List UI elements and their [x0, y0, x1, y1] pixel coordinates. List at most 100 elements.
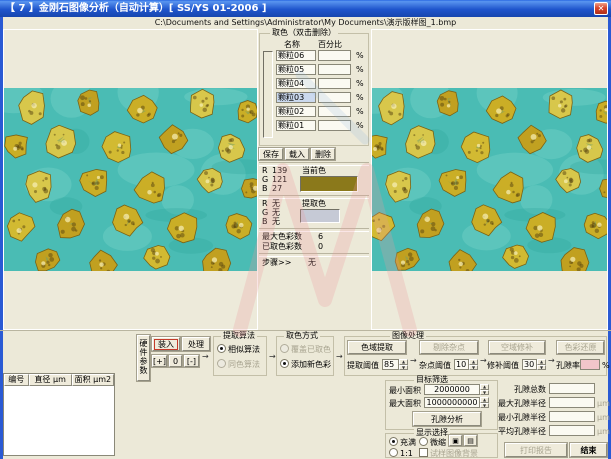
repair-threshold-spinner[interactable]: ▲▼ [537, 359, 546, 370]
noise-threshold-spinner[interactable]: ▲▼ [469, 359, 478, 370]
particle-name-input[interactable] [276, 50, 316, 61]
radio-icon [389, 448, 398, 457]
min-area-input[interactable] [424, 384, 480, 395]
checkbox-sample-background[interactable]: 试样图像背景 [419, 448, 478, 458]
noise-threshold-input[interactable] [454, 359, 469, 370]
radio-same-color-algo[interactable]: 同色算法 [217, 359, 260, 369]
target-filter-title: 目标筛选 [414, 376, 450, 384]
pore-analysis-button[interactable]: 孔隙分析 [413, 412, 481, 426]
end-button[interactable]: 结束 [570, 443, 607, 457]
color-pick-title: 取色（双击删除） [270, 29, 338, 37]
app-window: 【 7 】金刚石图像分析（自动计算）[ SS/YS 01-2006 ] ✕ C:… [0, 0, 611, 459]
checkbox-icon [419, 448, 428, 457]
image-proc-title: 图像处理 [390, 332, 426, 340]
pore-max-radius-label: 最大孔隙半径 [486, 399, 546, 408]
pick-mode-title: 取色方式 [284, 332, 320, 340]
repair-threshold-input[interactable] [522, 359, 537, 370]
extract-b-label: B [262, 217, 268, 226]
particle-percent-input[interactable] [318, 50, 351, 61]
particle-percent-input[interactable] [318, 78, 351, 89]
process-button[interactable]: 处理 [182, 337, 210, 351]
percent-column-header: 百分比 [318, 40, 342, 49]
col-id[interactable]: 编号 [4, 374, 29, 386]
print-report-button[interactable]: 打印报告 [505, 443, 567, 457]
spinner-down-icon[interactable]: ▼ [537, 365, 546, 371]
current-g-label: G [262, 175, 268, 184]
porosity-label: 孔隙率 [556, 361, 580, 370]
radio-fill[interactable]: 充满 [389, 437, 416, 447]
plus-button[interactable]: [+] [152, 355, 167, 367]
porosity-unit: % [602, 361, 610, 370]
save-button[interactable]: 保存 [259, 148, 283, 160]
col-diameter[interactable]: 直径 μm [29, 374, 72, 386]
particle-name-input[interactable] [276, 92, 316, 103]
radio-icon [280, 359, 289, 368]
radio-similar-algo[interactable]: 相似算法 [217, 344, 260, 354]
delete-button[interactable]: 删除 [311, 148, 335, 160]
max-area-input[interactable] [424, 397, 480, 408]
remove-noise-button[interactable]: 剔除杂点 [420, 341, 478, 354]
particle-name-input[interactable] [276, 64, 316, 75]
extract-threshold-input[interactable] [382, 359, 399, 370]
particle-name-input[interactable] [276, 106, 316, 117]
radio-mini[interactable]: 微缩 [419, 437, 446, 447]
unit-um: μm [597, 413, 610, 422]
pore-total-input[interactable] [549, 383, 595, 394]
pore-max-radius-input[interactable] [549, 397, 595, 408]
extract-threshold-spinner[interactable]: ▲▼ [399, 359, 408, 370]
zoom-out-icon[interactable]: ▤ [464, 435, 477, 446]
percent-sign: % [356, 51, 364, 60]
extract-color-label: 提取色 [302, 199, 326, 208]
pore-avg-radius-input[interactable] [549, 425, 595, 436]
radio-one-to-one[interactable]: 1:1 [389, 448, 413, 458]
load-image-button[interactable]: 装入 [152, 337, 180, 351]
spinner-down-icon[interactable]: ▼ [399, 365, 408, 371]
pick-mode-groupbox [276, 336, 334, 376]
radio-icon [217, 359, 226, 368]
pore-total-label: 孔隙总数 [486, 385, 546, 394]
percent-sign: % [356, 79, 364, 88]
sample-image-left[interactable] [4, 88, 257, 271]
current-r-value: 139 [272, 166, 287, 175]
particle-percent-input[interactable] [318, 64, 351, 75]
col-area[interactable]: 面积 μm2 [72, 374, 114, 386]
results-table[interactable]: 编号 直径 μm 面积 μm2 [3, 373, 115, 456]
radio-add-new-color[interactable]: 添加新色彩 [280, 359, 331, 369]
color-restore-button[interactable]: 色彩还原 [557, 341, 604, 354]
current-color-label: 当前色 [302, 166, 326, 175]
pore-min-radius-input[interactable] [549, 411, 595, 422]
particle-percent-input[interactable] [318, 106, 351, 117]
particle-percent-input[interactable] [318, 92, 351, 103]
flow-arrow-icon: → [480, 356, 487, 365]
radio-overwrite-color[interactable]: 覆盖已取色 [280, 344, 331, 354]
particle-name-input[interactable] [276, 78, 316, 89]
extract-threshold-label: 提取阈值 [347, 361, 379, 370]
close-icon[interactable]: ✕ [594, 2, 608, 15]
porosity-input[interactable] [580, 359, 600, 370]
counter-button[interactable]: 0 [169, 355, 182, 367]
percent-sign: % [356, 107, 364, 116]
particle-name-input[interactable] [276, 120, 316, 131]
particle-percent-input[interactable] [318, 120, 351, 131]
load-colors-button[interactable]: 载入 [285, 148, 309, 160]
extract-b-value: 无 [272, 217, 280, 226]
color-swatch-strip [263, 51, 273, 138]
radio-icon [280, 344, 289, 353]
sample-image-right[interactable] [372, 88, 607, 271]
minus-button[interactable]: [-] [184, 355, 199, 367]
space-repair-button[interactable]: 空域修补 [489, 341, 545, 354]
hardware-params-button[interactable]: 硬件参数 [137, 335, 150, 381]
current-b-value: 27 [272, 184, 282, 193]
percent-sign: % [356, 93, 364, 102]
current-g-value: 121 [272, 175, 287, 184]
flow-arrow-icon: → [548, 356, 555, 365]
title-bar[interactable]: 【 7 】金刚石图像分析（自动计算）[ SS/YS 01-2006 ] [0, 0, 611, 17]
color-extract-button[interactable]: 色域提取 [348, 341, 406, 354]
flow-arrow-icon: → [269, 352, 276, 361]
current-r-label: R [262, 166, 268, 175]
percent-sign: % [356, 121, 364, 130]
zoom-in-icon[interactable]: ▣ [449, 435, 462, 446]
max-area-label: 最大面积 [389, 399, 421, 408]
spinner-down-icon[interactable]: ▼ [469, 365, 478, 371]
radio-icon [217, 344, 226, 353]
